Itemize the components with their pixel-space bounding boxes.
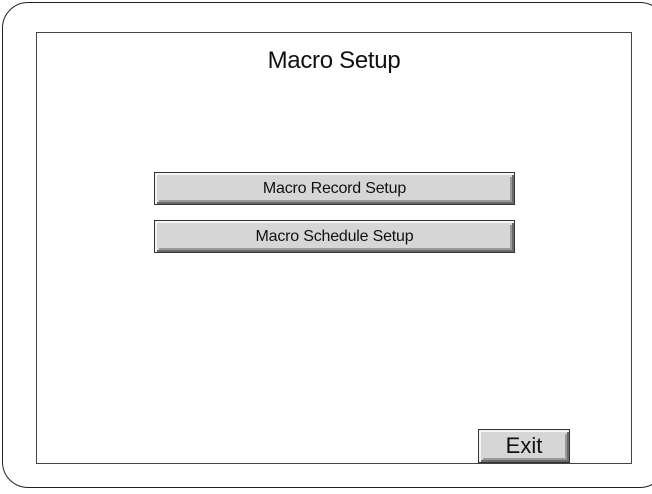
exit-button[interactable]: Exit (478, 429, 570, 463)
macro-setup-screen: Macro Setup Macro Record Setup Macro Sch… (36, 32, 632, 464)
macro-record-setup-button[interactable]: Macro Record Setup (154, 172, 515, 205)
macro-schedule-setup-button[interactable]: Macro Schedule Setup (154, 220, 515, 253)
page-title: Macro Setup (267, 47, 401, 74)
